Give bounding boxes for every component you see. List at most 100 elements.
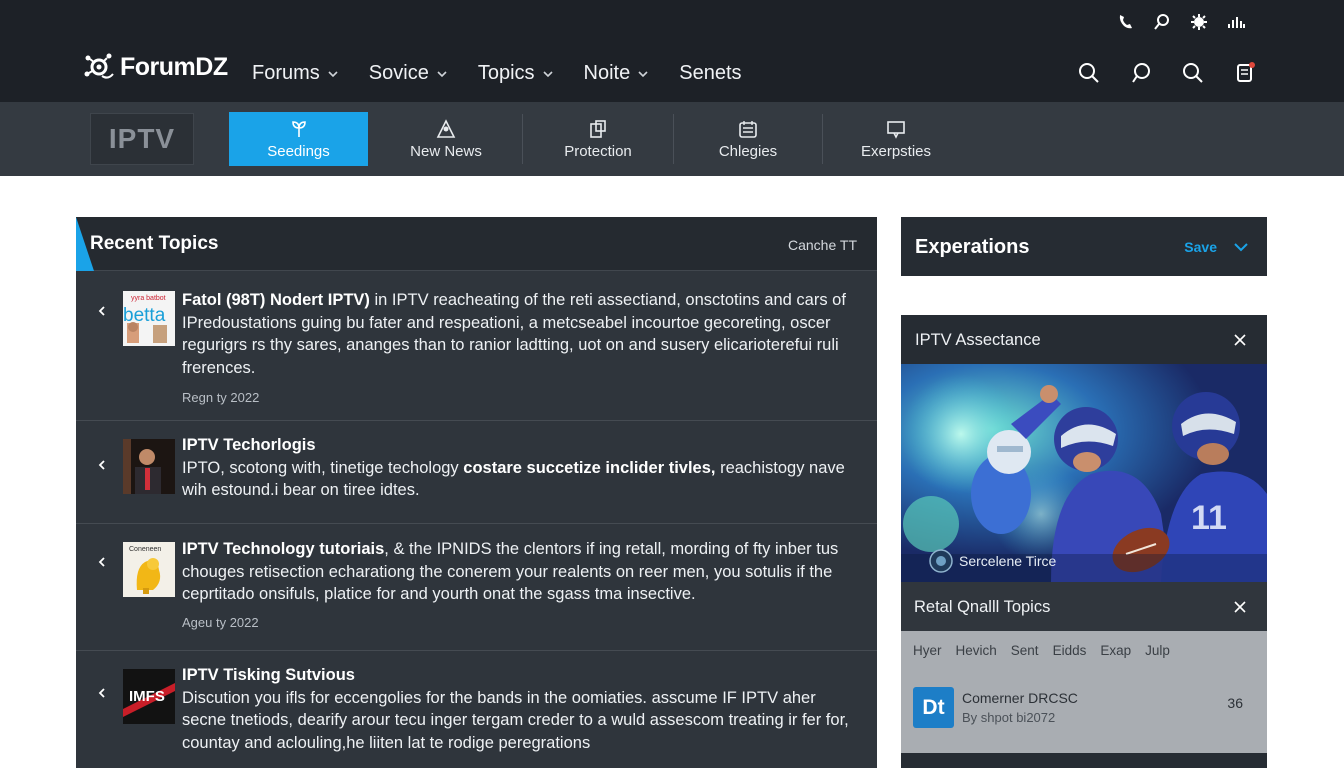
tab-label: Chlegies bbox=[718, 142, 778, 160]
triangle-user-icon bbox=[436, 118, 456, 138]
notification-icon[interactable] bbox=[1232, 60, 1258, 86]
experations-card: Experations Save bbox=[901, 217, 1267, 276]
topic-date: Regn ty 2022 bbox=[182, 390, 260, 405]
shield-box-icon bbox=[590, 119, 606, 138]
topic-row[interactable]: IMFS IPTV Tisking Sutvious Discution you… bbox=[76, 651, 877, 768]
retail-topics-body: Hyer Hevich Sent Eidds Exap Julp Dt Come… bbox=[901, 631, 1267, 753]
assistance-panel: IPTV Assectance 11 Sercelene Tirce Retal… bbox=[901, 315, 1267, 768]
logo-icon bbox=[84, 53, 114, 79]
retail-topics-header: Retal Qnalll Topics bbox=[901, 582, 1267, 631]
chat-icon[interactable] bbox=[1128, 60, 1154, 86]
phone-icon[interactable] bbox=[1115, 12, 1135, 32]
nav-senets[interactable]: Senets bbox=[679, 62, 741, 85]
close-icon[interactable] bbox=[1233, 600, 1247, 614]
chevron-left-icon[interactable] bbox=[96, 459, 108, 471]
site-logo[interactable]: ForumDZ bbox=[82, 50, 228, 84]
thumbnail-art: IMFS bbox=[123, 683, 175, 717]
panel-title: Recent Topics bbox=[90, 233, 219, 254]
topic-excerpt-bold: costare succetize inclider tivles, bbox=[463, 458, 716, 477]
search-icon[interactable] bbox=[1076, 60, 1102, 86]
topic-row[interactable]: IPTV Techorlogis IPTO, scotong with, tin… bbox=[76, 421, 877, 524]
calendar-icon bbox=[739, 120, 757, 138]
topic-row[interactable]: Coneneen IPTV Technology tutoriais, & th… bbox=[76, 524, 877, 651]
topic-date: Ageu ty 2022 bbox=[182, 614, 259, 630]
top-header: ForumDZ Forums Sovice Topics Noite Senet… bbox=[0, 0, 1344, 102]
topic-excerpt: Discution you ifls for eccengolies for t… bbox=[182, 688, 849, 752]
action-icons bbox=[1076, 60, 1284, 86]
tab-label: New News bbox=[410, 142, 482, 160]
topic-body: IPTV Techorlogis IPTO, scotong with, tin… bbox=[182, 434, 857, 502]
topic-body: IPTV Tisking Sutvious Discution you ifls… bbox=[182, 664, 857, 754]
save-link[interactable]: Save bbox=[1184, 239, 1217, 255]
filter-tab[interactable]: Eidds bbox=[1053, 643, 1087, 658]
result-item[interactable]: Dt Comerner DRCSC By shpot bi2072 bbox=[913, 687, 1078, 728]
filter-tab[interactable]: Exap bbox=[1100, 643, 1131, 658]
chevron-down-icon bbox=[328, 70, 338, 77]
topic-body: Fatol (98T) Nodert IPTV) in IPTV reachea… bbox=[182, 289, 857, 410]
result-name: Comerner DRCSC bbox=[962, 690, 1078, 706]
nav-forums[interactable]: Forums bbox=[252, 62, 338, 85]
nav-topics[interactable]: Topics bbox=[478, 62, 553, 85]
tab-seedings[interactable]: Seedings bbox=[229, 112, 368, 166]
filter-tab[interactable]: Hyer bbox=[913, 643, 942, 658]
message-icon bbox=[887, 120, 905, 139]
search-icon[interactable] bbox=[1180, 60, 1206, 86]
tab-label: Seedings bbox=[267, 142, 330, 160]
filter-tab[interactable]: Sent bbox=[1011, 643, 1039, 658]
search-icon[interactable] bbox=[1152, 12, 1172, 32]
tab-divider bbox=[522, 114, 523, 164]
chevron-down-icon[interactable] bbox=[1233, 239, 1249, 255]
chevron-left-icon[interactable] bbox=[96, 556, 108, 568]
panel-action-link[interactable]: Canche TT bbox=[788, 237, 857, 253]
nav-sovice[interactable]: Sovice bbox=[369, 62, 447, 85]
thumb-art-text: IMFS bbox=[129, 688, 165, 705]
hero-image[interactable]: 11 Sercelene Tirce bbox=[901, 364, 1267, 582]
tab-divider bbox=[822, 114, 823, 164]
topic-row[interactable]: yyra batbot betta Fatol (98T) Nodert IPT… bbox=[76, 272, 877, 421]
nav-label: Noite bbox=[583, 62, 631, 84]
chevron-left-icon[interactable] bbox=[96, 305, 108, 317]
thumb-art-text: Coneneen bbox=[129, 546, 161, 553]
jersey-art-text: 11 bbox=[1191, 499, 1227, 537]
experations-title: Experations bbox=[915, 236, 1030, 258]
result-count: 36 bbox=[1227, 695, 1243, 711]
panel-footer bbox=[901, 753, 1267, 768]
thumb-art-text: yyra batbot bbox=[131, 295, 166, 302]
topic-thumbnail: yyra batbot betta bbox=[123, 291, 175, 346]
tab-new-news[interactable]: New News bbox=[376, 112, 516, 166]
tab-label: Protection bbox=[564, 142, 632, 160]
tab-exerpsties[interactable]: Exerpsties bbox=[826, 112, 966, 166]
nav-noite[interactable]: Noite bbox=[584, 62, 649, 85]
chevron-down-icon bbox=[638, 70, 648, 77]
tab-protection[interactable]: Protection bbox=[528, 112, 668, 166]
settings-icon[interactable] bbox=[1189, 12, 1209, 32]
tab-label: Exerpsties bbox=[860, 142, 932, 160]
chevron-left-icon[interactable] bbox=[96, 687, 108, 699]
hero-caption-text: Sercelene Tirce bbox=[959, 553, 1057, 569]
logo-text: ForumDZ bbox=[120, 52, 228, 81]
topic-excerpt: IPTO, scotong with, tinetige techology bbox=[182, 458, 464, 477]
retail-title: Retal Qnalll Topics bbox=[914, 598, 1051, 616]
nav-label: Senets bbox=[679, 62, 742, 84]
nav-label: Sovice bbox=[368, 62, 429, 84]
chevron-down-icon bbox=[437, 70, 447, 77]
assistance-title: IPTV Assectance bbox=[915, 331, 1041, 349]
thumb-art-text: betta bbox=[123, 305, 166, 326]
topic-title[interactable]: IPTV Techorlogis bbox=[182, 436, 316, 454]
close-icon[interactable] bbox=[1233, 333, 1247, 347]
filter-tab[interactable]: Hevich bbox=[956, 643, 997, 658]
filter-tab[interactable]: Julp bbox=[1145, 643, 1170, 658]
signal-icon[interactable] bbox=[1226, 12, 1246, 32]
nav-label: Topics bbox=[477, 62, 535, 84]
iptv-badge[interactable]: IPTV bbox=[90, 113, 194, 165]
hero-caption: Sercelene Tirce bbox=[929, 549, 1056, 573]
recent-topics-panel: Recent Topics Canche TT yyra batbot bett… bbox=[76, 217, 877, 768]
tab-chlegies[interactable]: Chlegies bbox=[678, 112, 818, 166]
topic-title[interactable]: IPTV Technology tutoriais bbox=[182, 540, 384, 558]
panel-header: Recent Topics Canche TT bbox=[76, 217, 877, 271]
section-subnav: IPTV Seedings New News Protection Chlegi… bbox=[0, 102, 1344, 176]
topic-title[interactable]: IPTV Tisking Sutvious bbox=[182, 666, 355, 684]
topic-title[interactable]: Fatol (98T) Nodert IPTV) bbox=[182, 291, 370, 309]
seedling-icon bbox=[291, 120, 306, 137]
assistance-header: IPTV Assectance bbox=[901, 315, 1267, 364]
